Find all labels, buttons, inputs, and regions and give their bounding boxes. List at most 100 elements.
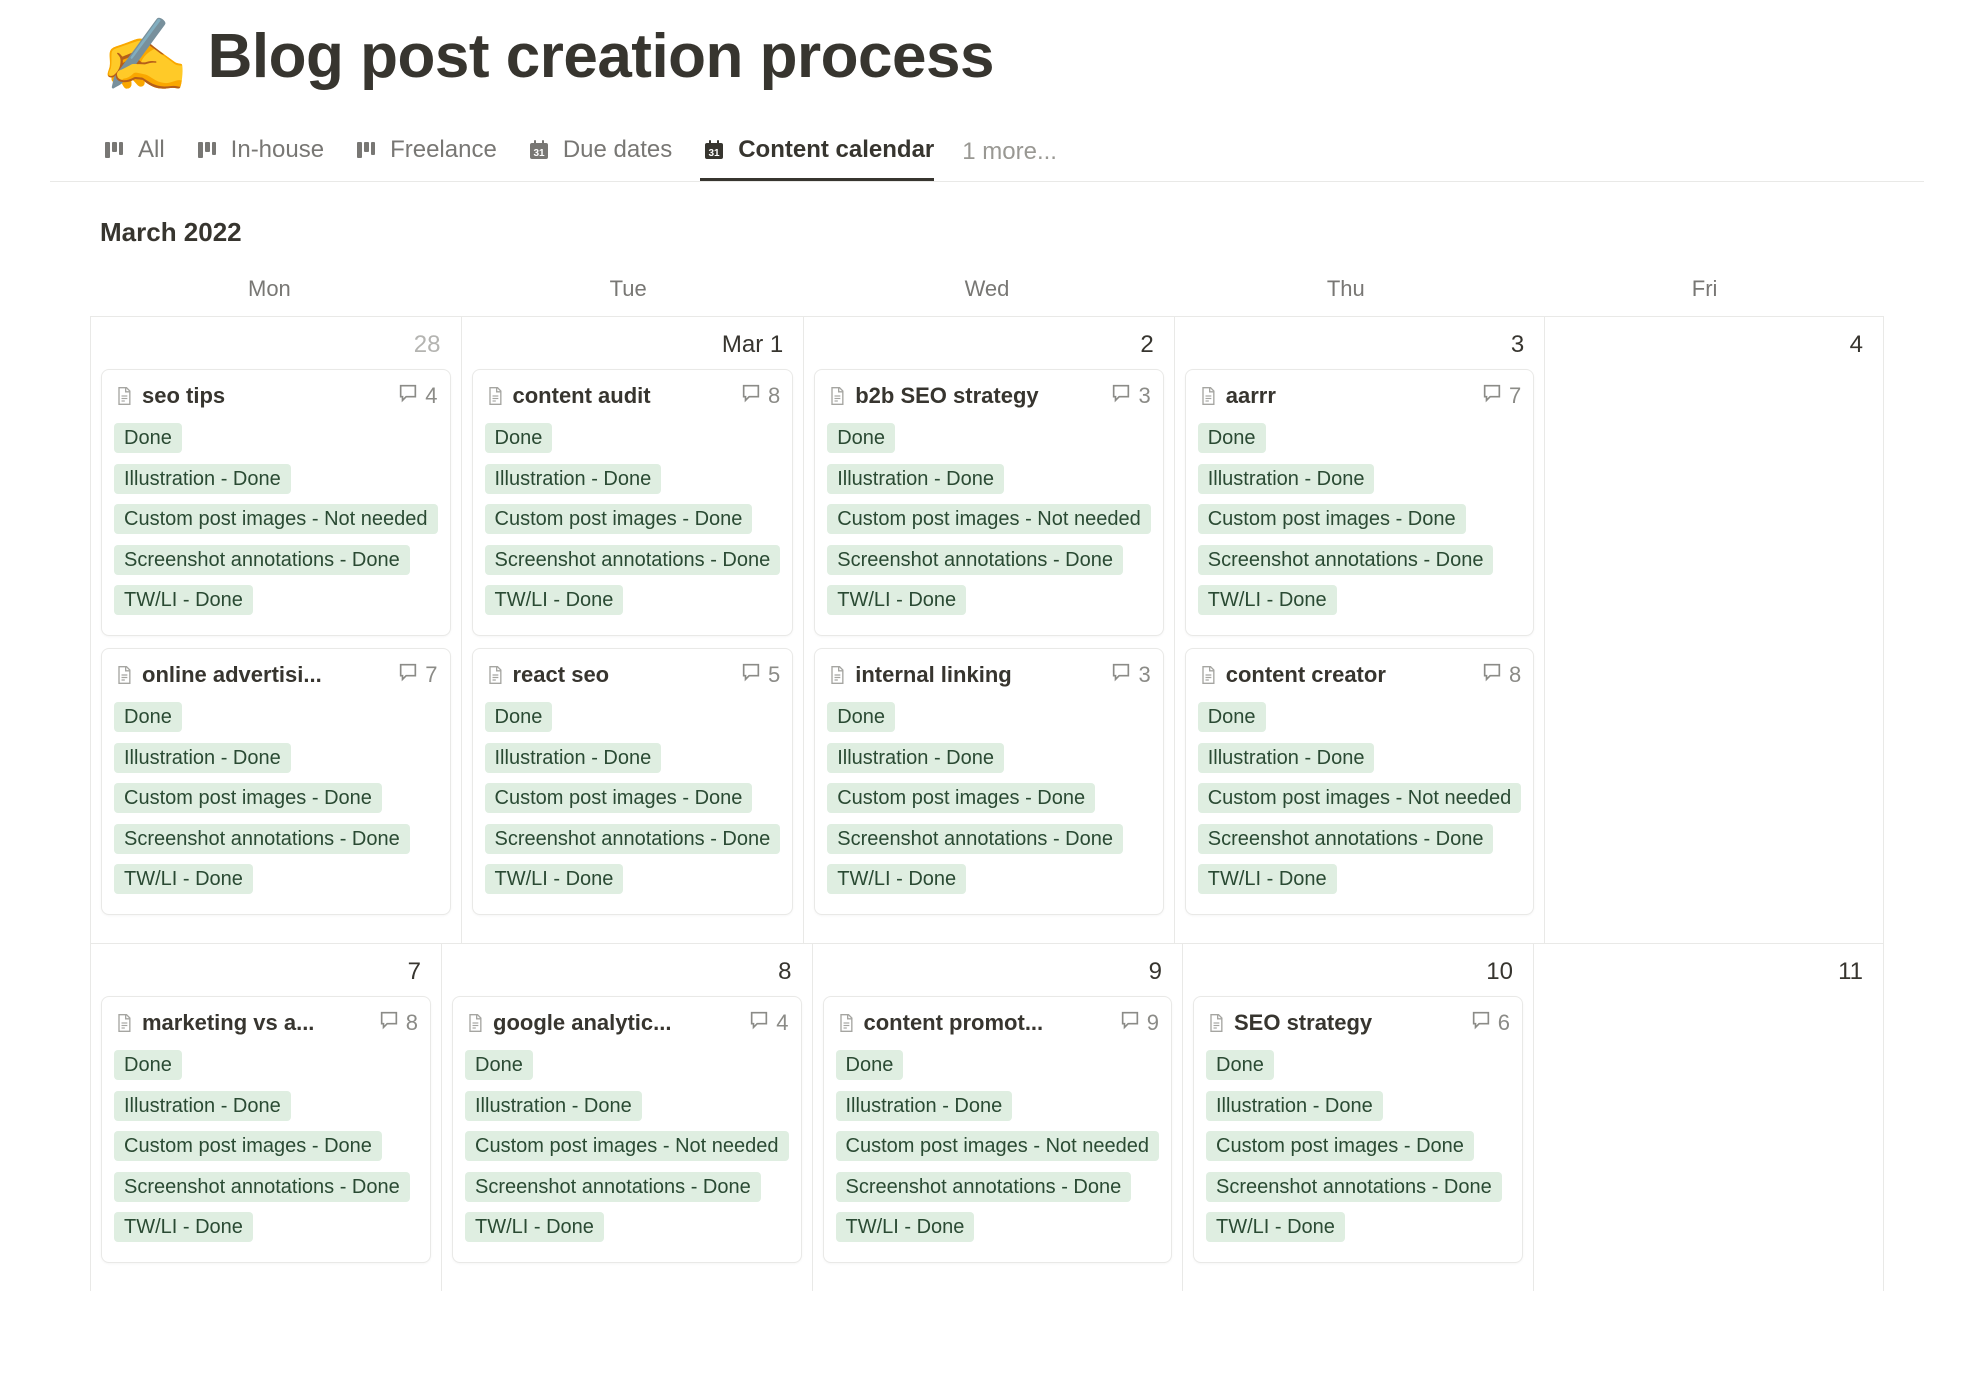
status-tag: Custom post images - Done — [1206, 1131, 1474, 1161]
status-tag: Screenshot annotations - Done — [485, 824, 781, 854]
day-cell[interactable]: 10SEO strategy6DoneIllustration - DoneCu… — [1182, 944, 1533, 1291]
calendar-card[interactable]: content audit8DoneIllustration - DoneCus… — [472, 369, 794, 636]
calendar-card[interactable]: aarrr7DoneIllustration - DoneCustom post… — [1185, 369, 1535, 636]
weekday-label: Fri — [1525, 268, 1884, 316]
comment-number: 6 — [1498, 1010, 1510, 1036]
document-icon — [465, 1012, 485, 1034]
status-tag: Illustration - Done — [114, 1091, 291, 1121]
comment-count[interactable]: 3 — [1110, 661, 1150, 689]
tab-label: Freelance — [390, 136, 497, 164]
status-tag: Done — [836, 1050, 904, 1080]
document-icon — [827, 664, 847, 686]
status-tag: Screenshot annotations - Done — [1198, 824, 1494, 854]
status-tag: Screenshot annotations - Done — [465, 1172, 761, 1202]
comment-count[interactable]: 7 — [1481, 382, 1521, 410]
status-tag: Custom post images - Done — [485, 783, 753, 813]
calendar-icon — [700, 136, 728, 164]
comment-count[interactable]: 7 — [397, 661, 437, 689]
status-tag: Custom post images - Not needed — [827, 504, 1151, 534]
status-tag: Screenshot annotations - Done — [485, 545, 781, 575]
comment-count[interactable]: 8 — [378, 1009, 418, 1037]
card-title: aarrr — [1226, 383, 1276, 409]
comment-count[interactable]: 8 — [740, 382, 780, 410]
comment-icon — [1481, 382, 1503, 410]
comment-count[interactable]: 4 — [748, 1009, 788, 1037]
tab-freelance[interactable]: Freelance — [352, 122, 497, 181]
tab-due-dates[interactable]: Due dates — [525, 122, 672, 181]
status-tag: Screenshot annotations - Done — [1198, 545, 1494, 575]
status-tag: Screenshot annotations - Done — [1206, 1172, 1502, 1202]
page-header: ✍️ Blog post creation process — [50, 10, 1924, 122]
status-tag: Screenshot annotations - Done — [114, 824, 410, 854]
tab-label: Content calendar — [738, 136, 934, 164]
document-icon — [485, 385, 505, 407]
status-tag: Illustration - Done — [1198, 464, 1375, 494]
status-tag: Done — [1206, 1050, 1274, 1080]
status-tag: Illustration - Done — [114, 743, 291, 773]
tab-in-house[interactable]: In-house — [193, 122, 324, 181]
comment-icon — [740, 382, 762, 410]
calendar-card[interactable]: SEO strategy6DoneIllustration - DoneCust… — [1193, 996, 1523, 1263]
comment-count[interactable]: 8 — [1481, 661, 1521, 689]
day-cell[interactable]: 8google analytic...4DoneIllustration - D… — [441, 944, 812, 1291]
status-tag: Screenshot annotations - Done — [114, 1172, 410, 1202]
calendar-card[interactable]: online advertisi...7DoneIllustration - D… — [101, 648, 451, 915]
day-cell[interactable]: 9content promot...9DoneIllustration - Do… — [812, 944, 1183, 1291]
calendar-card[interactable]: seo tips4DoneIllustration - DoneCustom p… — [101, 369, 451, 636]
status-tag: TW/LI - Done — [465, 1212, 604, 1242]
card-title: b2b SEO strategy — [855, 383, 1038, 409]
status-tag: Custom post images - Not needed — [836, 1131, 1160, 1161]
weekday-label: Thu — [1166, 268, 1525, 316]
comment-icon — [1481, 661, 1503, 689]
status-tag: Custom post images - Done — [114, 783, 382, 813]
calendar-card[interactable]: b2b SEO strategy3DoneIllustration - Done… — [814, 369, 1164, 636]
day-cell[interactable]: Mar 1content audit8DoneIllustration - Do… — [461, 317, 804, 943]
weekday-label: Wed — [808, 268, 1167, 316]
status-tag: Custom post images - Not needed — [465, 1131, 789, 1161]
comment-count[interactable]: 6 — [1470, 1009, 1510, 1037]
status-tag: Done — [485, 702, 553, 732]
comment-icon — [378, 1009, 400, 1037]
tab-label: In-house — [231, 136, 324, 164]
status-tag: TW/LI - Done — [1198, 864, 1337, 894]
week-row: 28seo tips4DoneIllustration - DoneCustom… — [90, 316, 1884, 943]
document-icon — [1206, 1012, 1226, 1034]
comment-count[interactable]: 9 — [1119, 1009, 1159, 1037]
status-tag: Done — [114, 423, 182, 453]
day-cell[interactable]: 2b2b SEO strategy3DoneIllustration - Don… — [803, 317, 1174, 943]
calendar-card[interactable]: marketing vs a...8DoneIllustration - Don… — [101, 996, 431, 1263]
day-number: 11 — [1544, 954, 1873, 996]
calendar-card[interactable]: react seo5DoneIllustration - DoneCustom … — [472, 648, 794, 915]
tabs-more[interactable]: 1 more... — [962, 138, 1057, 166]
calendar-card[interactable]: google analytic...4DoneIllustration - Do… — [452, 996, 802, 1263]
day-number: 4 — [1555, 327, 1873, 369]
calendar-card[interactable]: content creator8DoneIllustration - DoneC… — [1185, 648, 1535, 915]
comment-icon — [1110, 382, 1132, 410]
day-cell[interactable]: 3aarrr7DoneIllustration - DoneCustom pos… — [1174, 317, 1545, 943]
day-cell[interactable]: 7marketing vs a...8DoneIllustration - Do… — [90, 944, 441, 1291]
card-title: marketing vs a... — [142, 1010, 314, 1036]
calendar-icon — [525, 136, 553, 164]
calendar-card[interactable]: internal linking3DoneIllustration - Done… — [814, 648, 1164, 915]
day-cell[interactable]: 28seo tips4DoneIllustration - DoneCustom… — [90, 317, 461, 943]
day-cell[interactable]: 11 — [1533, 944, 1884, 1291]
tab-content-calendar[interactable]: Content calendar — [700, 122, 934, 181]
comment-count[interactable]: 4 — [397, 382, 437, 410]
comment-count[interactable]: 3 — [1110, 382, 1150, 410]
tab-all[interactable]: All — [100, 122, 165, 181]
status-tag: Screenshot annotations - Done — [827, 545, 1123, 575]
comment-number: 4 — [425, 383, 437, 409]
status-tag: TW/LI - Done — [114, 585, 253, 615]
tab-label: All — [138, 136, 165, 164]
page-emoji-icon[interactable]: ✍️ — [100, 20, 190, 92]
comment-count[interactable]: 5 — [740, 661, 780, 689]
day-number: 9 — [823, 954, 1173, 996]
card-title: seo tips — [142, 383, 225, 409]
document-icon — [485, 664, 505, 686]
status-tag: Done — [1198, 423, 1266, 453]
day-cell[interactable]: 4 — [1544, 317, 1884, 943]
weekday-header-row: MonTueWedThuFri — [90, 268, 1884, 316]
calendar-card[interactable]: content promot...9DoneIllustration - Don… — [823, 996, 1173, 1263]
page-title[interactable]: Blog post creation process — [208, 21, 994, 92]
board-icon — [100, 136, 128, 164]
